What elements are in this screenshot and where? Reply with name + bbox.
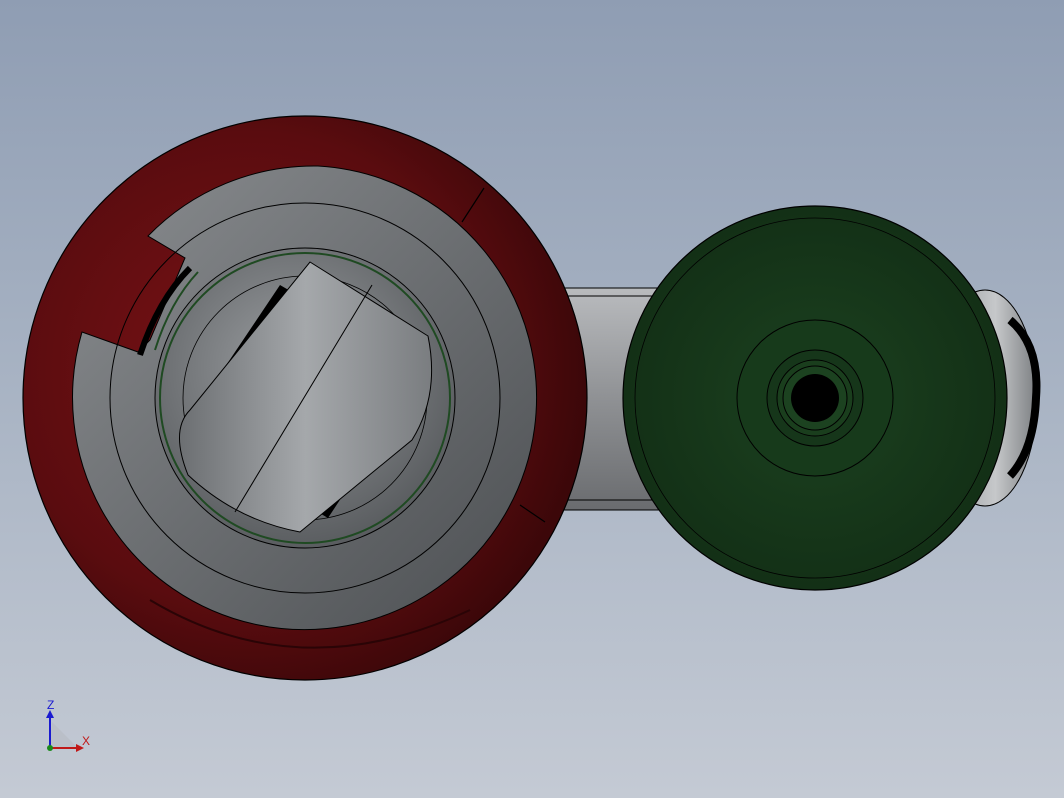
axis-triad: [46, 710, 84, 752]
axis-z-label: Z: [47, 698, 55, 712]
origin-dot: [47, 745, 53, 751]
axis-x-label: X: [82, 734, 91, 748]
cad-viewport[interactable]: Z X: [0, 0, 1064, 798]
